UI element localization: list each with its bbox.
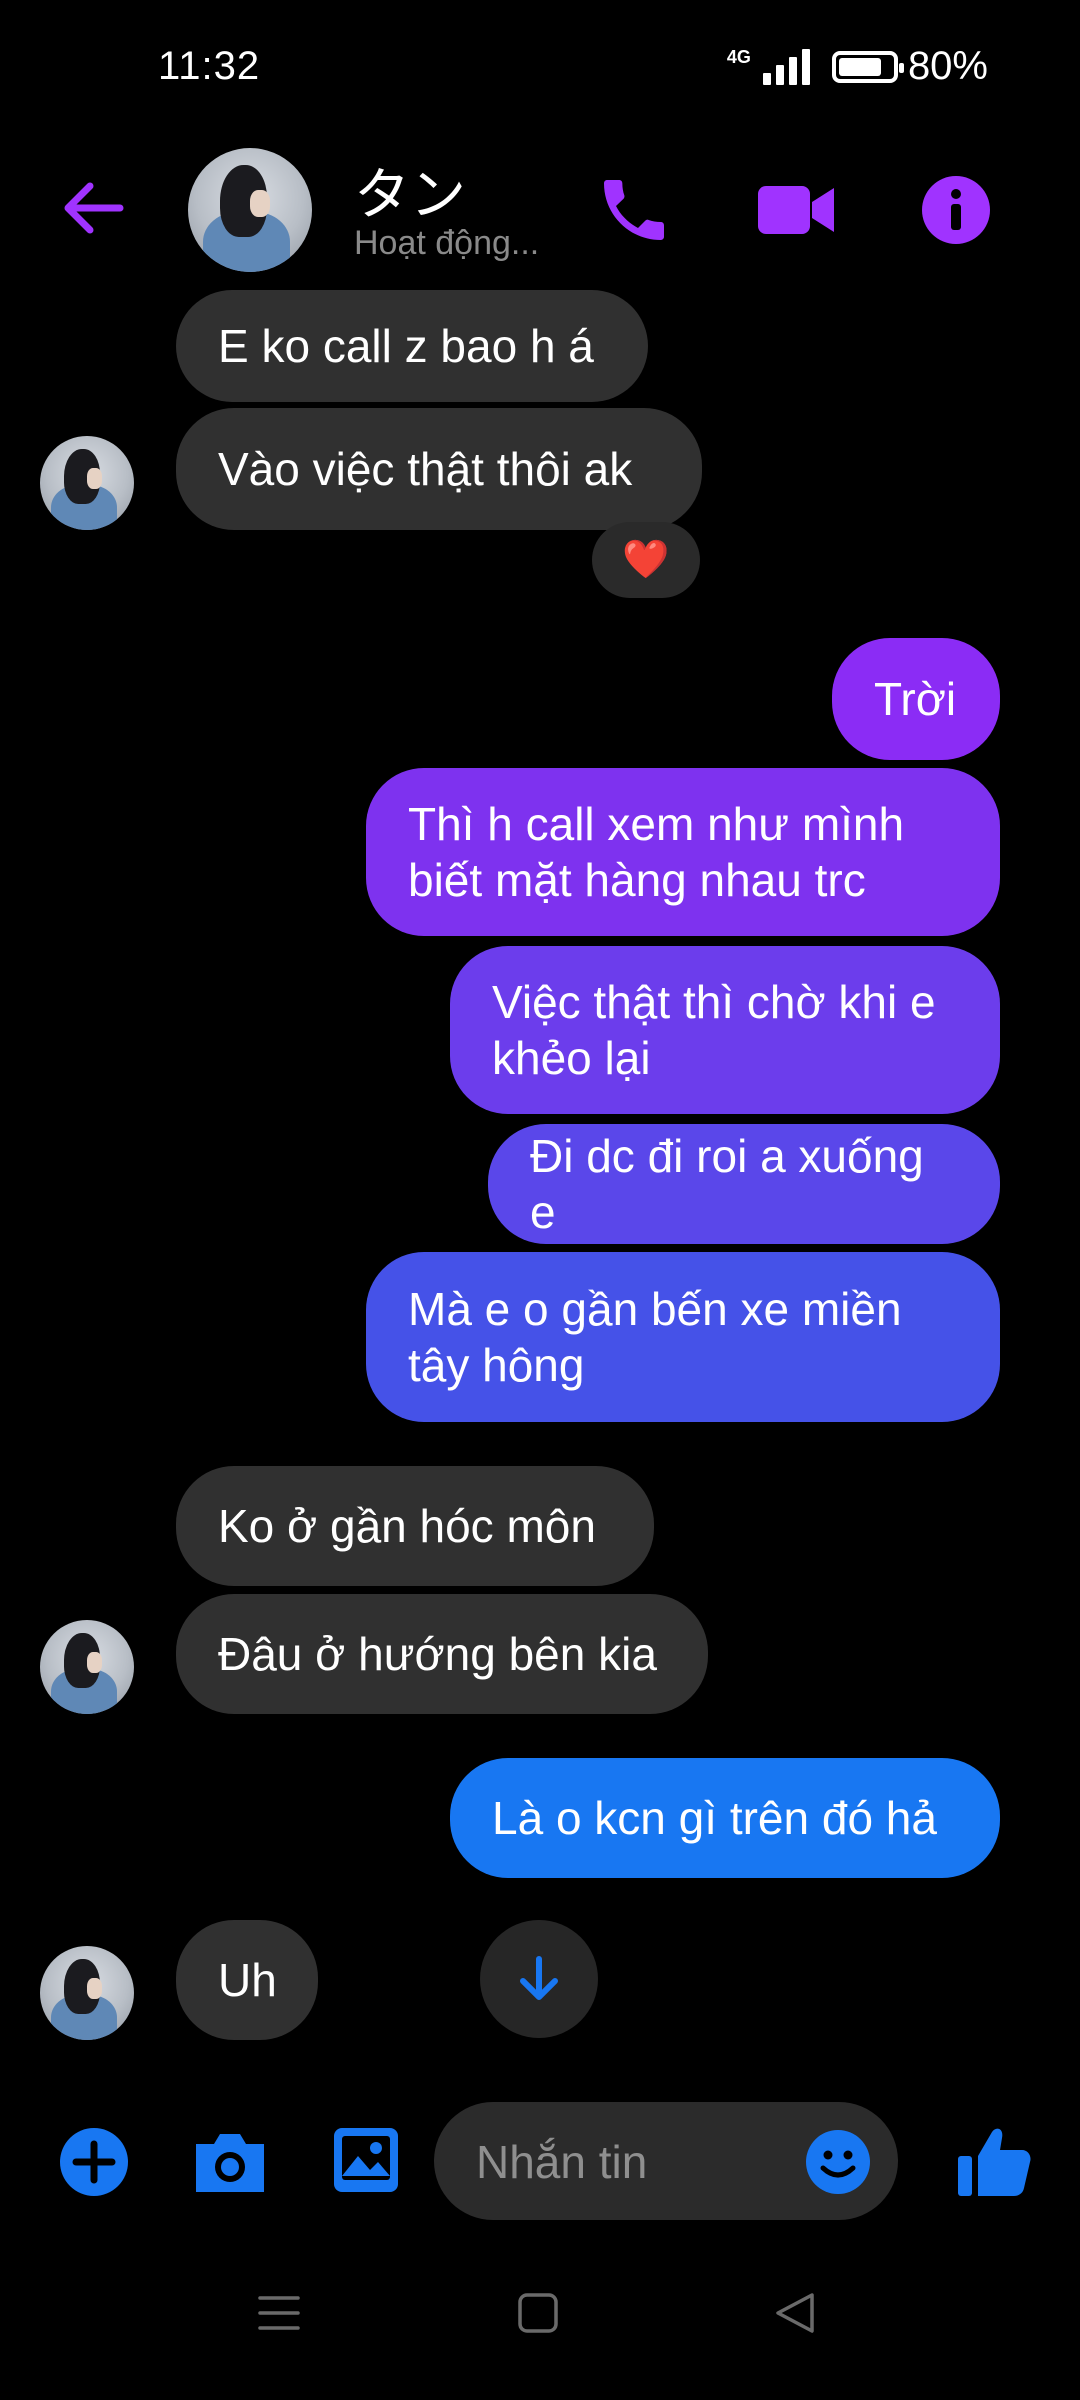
phone-icon <box>604 180 664 240</box>
battery-percent: 80% <box>907 44 988 88</box>
contact-avatar[interactable] <box>188 148 312 272</box>
like-button[interactable] <box>954 2122 1034 2202</box>
message-text-line: khẻo lại <box>492 1032 651 1084</box>
heart-reaction[interactable]: ❤️ <box>592 522 700 598</box>
home-square-icon <box>518 2293 558 2333</box>
message-text: E ko call z bao h á <box>218 320 594 372</box>
battery-icon <box>831 50 904 83</box>
back-triangle-icon <box>776 2293 814 2333</box>
message-text: Đi dc đi roi a xuống e <box>530 1130 924 1238</box>
camera-icon <box>196 2134 264 2192</box>
incoming-message[interactable]: Uh <box>176 1920 318 2040</box>
system-back-button[interactable] <box>772 2290 818 2341</box>
sender-avatar[interactable] <box>40 436 134 530</box>
incoming-message[interactable]: E ko call z bao h á <box>176 290 648 402</box>
back-button[interactable] <box>56 170 132 246</box>
voice-call-button[interactable] <box>594 170 674 250</box>
incoming-message[interactable]: Ko ở gần hóc môn <box>176 1466 654 1586</box>
gallery-button[interactable] <box>330 2124 402 2196</box>
contact-name[interactable]: タン <box>354 150 466 231</box>
video-camera-icon <box>758 186 834 234</box>
thumbs-up-icon <box>958 2128 1031 2196</box>
message-text: Uh <box>218 1954 277 2006</box>
message-input[interactable] <box>474 2102 808 2222</box>
recent-apps-button[interactable] <box>256 2290 302 2341</box>
outgoing-message[interactable]: Mà e o gần bến xe miền tây hông <box>366 1252 1000 1422</box>
message-text: Ko ở gần hóc môn <box>218 1500 596 1552</box>
message-text: Vào việc thật thôi ak <box>218 443 633 495</box>
status-indicators: 4G 80% <box>727 44 988 89</box>
outgoing-message[interactable]: Việc thật thì chờ khi e khẻo lại <box>450 946 1000 1114</box>
contact-status: Hoạt động... <box>354 224 540 262</box>
signal-icon <box>762 48 810 85</box>
incoming-message[interactable]: Đâu ở hướng bên kia <box>176 1594 708 1714</box>
incoming-message[interactable]: Vào việc thật thôi ak <box>176 408 702 530</box>
message-text: Trời <box>874 673 957 725</box>
emoji-icon <box>806 2130 870 2194</box>
heart-icon: ❤️ <box>622 539 670 581</box>
info-button[interactable] <box>916 170 996 250</box>
sender-avatar[interactable] <box>40 1620 134 1714</box>
outgoing-message[interactable]: Trời <box>832 638 1000 760</box>
outgoing-message[interactable]: Đi dc đi roi a xuống e <box>488 1124 1000 1244</box>
message-text-line: biết mặt hàng nhau trc <box>408 854 866 906</box>
message-text: Đâu ở hướng bên kia <box>218 1628 657 1680</box>
emoji-button[interactable] <box>804 2128 872 2196</box>
outgoing-message[interactable]: Thì h call xem như mình biết mặt hàng nh… <box>366 768 1000 936</box>
arrow-down-icon <box>520 1956 558 2000</box>
sender-avatar[interactable] <box>40 1946 134 2040</box>
network-type: 4G <box>726 46 751 67</box>
image-icon <box>334 2128 398 2192</box>
message-text-line: Mà e o gần bến xe miền <box>408 1283 902 1335</box>
info-icon <box>922 176 990 244</box>
message-text-line: Thì h call xem như mình <box>408 798 905 850</box>
status-time: 11:32 <box>158 44 261 88</box>
back-arrow-icon <box>64 182 124 234</box>
message-text: Là o kcn gì trên đó hả <box>492 1792 937 1844</box>
plus-icon <box>60 2128 128 2196</box>
outgoing-message[interactable]: Là o kcn gì trên đó hả <box>450 1758 1000 1878</box>
camera-button[interactable] <box>190 2124 270 2200</box>
menu-icon <box>258 2296 300 2330</box>
home-button[interactable] <box>515 2290 561 2341</box>
message-text-line: Việc thật thì chờ khi e <box>492 976 936 1028</box>
message-text-line: tây hông <box>408 1339 585 1391</box>
scroll-to-bottom-button[interactable] <box>480 1920 598 2038</box>
video-call-button[interactable] <box>756 170 836 250</box>
message-composer[interactable] <box>434 2102 898 2222</box>
more-actions-button[interactable] <box>56 2124 132 2200</box>
